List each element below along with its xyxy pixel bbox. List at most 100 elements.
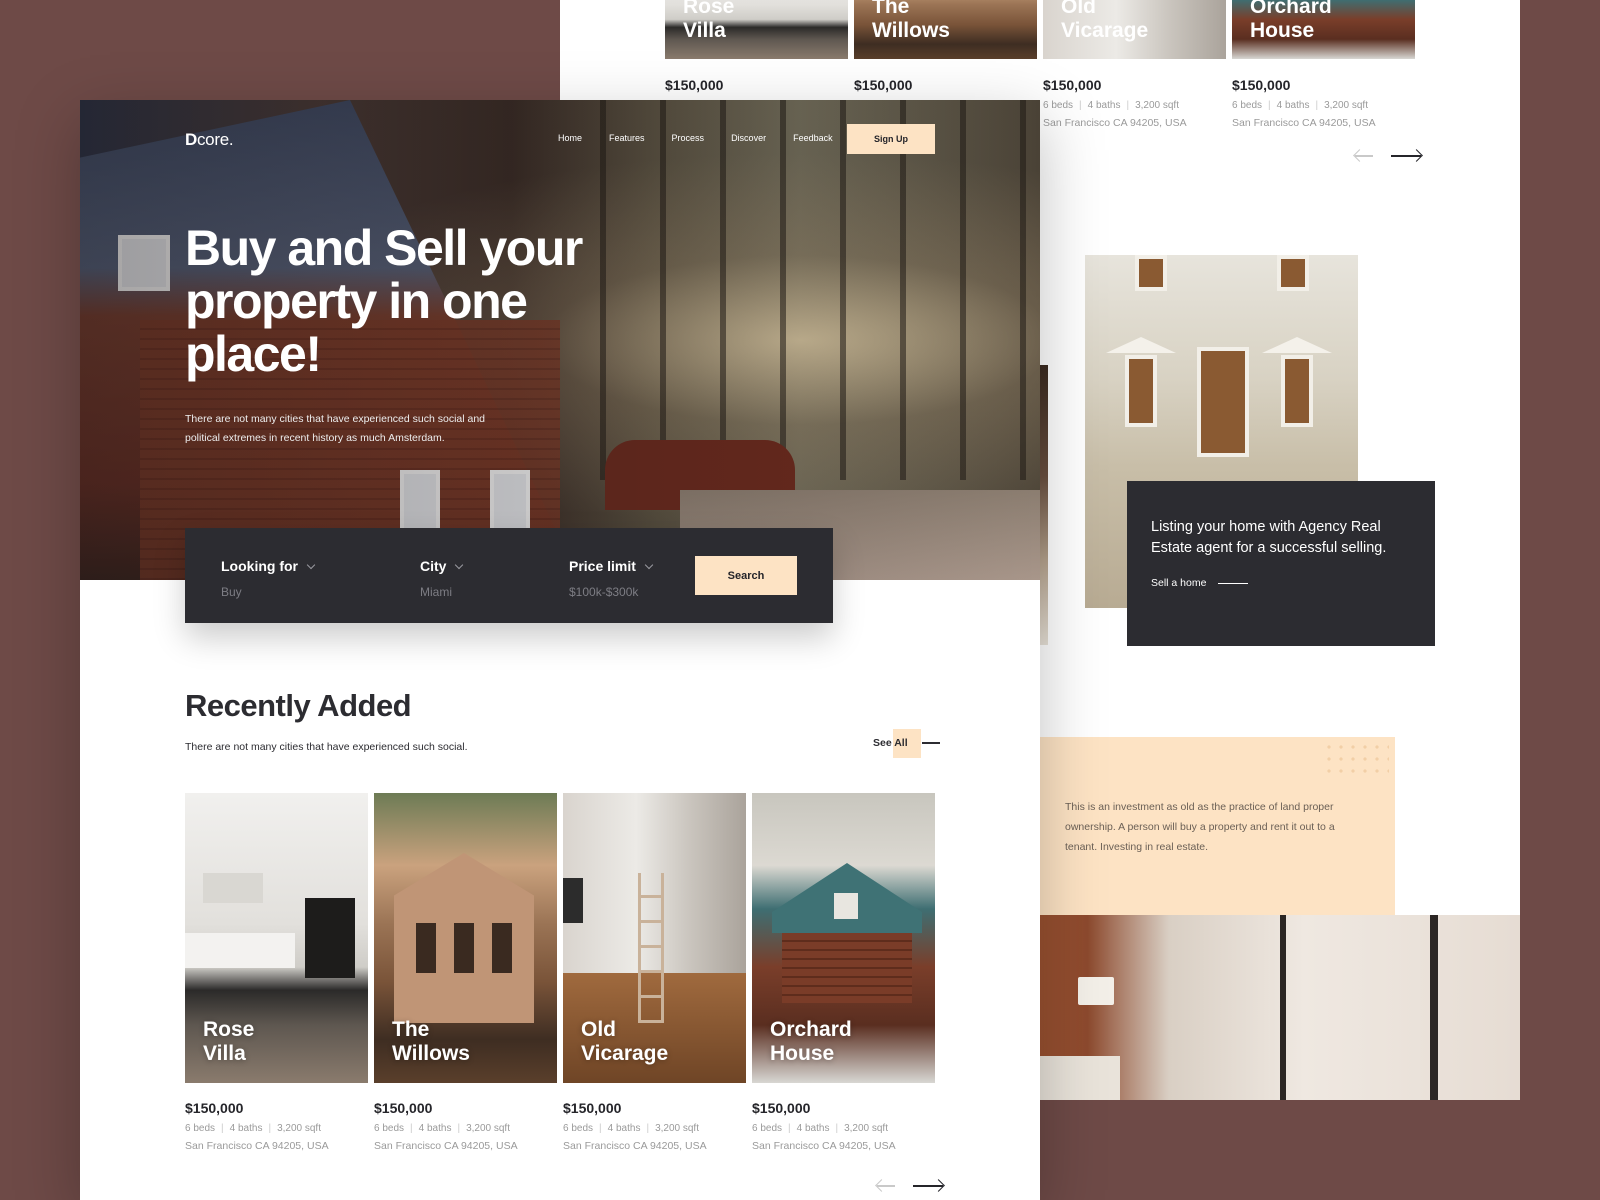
house-window	[416, 923, 436, 973]
arrow-right-icon[interactable]	[1391, 155, 1421, 157]
sell-home-label: Sell a home	[1151, 577, 1207, 589]
back-carousel-arrows	[1355, 155, 1421, 157]
price-limit-label: Price limit	[569, 558, 636, 574]
sofa	[185, 933, 295, 968]
price-limit-value: $100k-$300k	[569, 585, 639, 599]
property-card[interactable]: Old Vicarage $150,000 6 beds | 4 baths | 3,20…	[563, 793, 746, 1152]
price-limit-select[interactable]: Price limit $100k-$300k	[569, 558, 654, 599]
looking-for-label: Looking for	[221, 558, 298, 574]
property-name: Old Vicarage	[1061, 0, 1149, 42]
property-card[interactable]: Rose Villa $150,000 6 beds | 4 baths | 3,200 …	[185, 793, 368, 1152]
property-name: Old Vicarage	[581, 1018, 669, 1065]
investment-text: This is an investment as old as the prac…	[1065, 801, 1335, 853]
interior-photo	[980, 915, 1520, 1100]
nav-link-features[interactable]: Features	[609, 133, 645, 143]
window-frame	[1280, 915, 1286, 1100]
property-photo: Rose Villa	[665, 0, 848, 59]
property-specs: 6 beds | 4 baths | 3,200 sqft	[752, 1123, 888, 1134]
property-price: $150,000	[854, 77, 913, 93]
hero-subtitle: There are not many cities that have expe…	[185, 413, 486, 444]
see-all-label: All	[894, 737, 908, 749]
recently-added-title: Recently Added	[185, 688, 412, 723]
facade-pediment	[1106, 337, 1176, 353]
property-card[interactable]: Old Vicarage $150,000 6 beds | 4 baths | 3,20…	[1043, 0, 1226, 129]
arrow-left-icon[interactable]	[1355, 155, 1373, 157]
property-photo: Rose Villa	[185, 793, 368, 1083]
cabin-wall	[782, 933, 912, 1003]
dot-pattern-decoration	[1323, 741, 1389, 777]
search-button[interactable]: Search	[695, 556, 797, 595]
wall-tv	[563, 878, 583, 923]
arrow-right-icon[interactable]	[913, 1185, 943, 1187]
facade-window	[1125, 355, 1157, 427]
link-line-icon	[1218, 582, 1249, 584]
see-all-prefix: See	[873, 737, 895, 749]
property-address: San Francisco CA 94205, USA	[563, 1140, 707, 1152]
window-frame	[1430, 915, 1438, 1100]
property-price: $150,000	[185, 1100, 244, 1116]
property-address: San Francisco CA 94205, USA	[1232, 117, 1376, 129]
property-address: San Francisco CA 94205, USA	[185, 1140, 329, 1152]
cabin-window	[834, 893, 858, 919]
front-page: Dcore. Home Features Process Discover Fe…	[80, 100, 1040, 1200]
property-address: San Francisco CA 94205, USA	[752, 1140, 896, 1152]
property-name: Orchard House	[770, 1018, 852, 1065]
property-specs: 6 beds | 4 baths | 3,200 sqft	[374, 1123, 510, 1134]
investment-info-box: This is an investment as old as the prac…	[980, 737, 1395, 915]
property-price: $150,000	[752, 1100, 811, 1116]
facade-window	[1135, 255, 1167, 291]
looking-for-select[interactable]: Looking for Buy	[221, 558, 316, 599]
property-card[interactable]: The Willows $150,000 6 beds | 4 baths | 3,200…	[374, 793, 557, 1152]
property-name: Rose Villa	[203, 1018, 255, 1065]
agency-promo-box: Listing your home with Agency Real Estat…	[1127, 481, 1435, 646]
carousel-arrows	[877, 1185, 943, 1187]
property-specs: 6 beds | 4 baths | 3,200 sqft	[1232, 100, 1368, 111]
house-window	[492, 923, 512, 973]
facade-pediment	[1262, 337, 1332, 353]
property-price: $150,000	[665, 77, 724, 93]
city-select[interactable]: City Miami	[420, 558, 464, 599]
facade-window	[1281, 355, 1313, 427]
logo[interactable]: Dcore.	[185, 130, 234, 150]
sign-up-button[interactable]: Sign Up	[847, 124, 935, 154]
property-card[interactable]: Orchard House $150,000 6 beds | 4 baths | 3,2…	[1232, 0, 1415, 129]
hero-section: Dcore. Home Features Process Discover Fe…	[80, 100, 1040, 580]
property-name: The Willows	[392, 1018, 470, 1065]
property-address: San Francisco CA 94205, USA	[374, 1140, 518, 1152]
nav-link-discover[interactable]: Discover	[731, 133, 766, 143]
property-specs: 6 beds | 4 baths | 3,200 sqft	[563, 1123, 699, 1134]
property-card[interactable]: Orchard House $150,000 6 beds | 4 baths | 3,2…	[752, 793, 935, 1152]
property-photo: Orchard House	[1232, 0, 1415, 59]
see-all-link[interactable]: See All	[873, 729, 940, 758]
nav-links: Home Features Process Discover Feedback	[558, 133, 860, 143]
wall-art	[203, 873, 263, 903]
property-search-bar: Looking for Buy City Miami Price limit $…	[185, 528, 833, 623]
floor-lamp	[1078, 977, 1114, 1005]
chevron-down-icon	[455, 560, 464, 569]
nav-link-process[interactable]: Process	[672, 133, 705, 143]
ladder-shelf	[638, 873, 664, 1023]
fireplace	[305, 898, 355, 978]
property-price: $150,000	[374, 1100, 433, 1116]
sell-home-link[interactable]: Sell a home	[1151, 577, 1411, 589]
facade-window	[1277, 255, 1309, 291]
property-name: Rose Villa	[683, 0, 735, 42]
recently-added-subtitle: There are not many cities that have expe…	[185, 741, 468, 753]
city-label: City	[420, 558, 447, 574]
property-price: $150,000	[1043, 77, 1102, 93]
nav-link-feedback[interactable]: Feedback	[793, 133, 833, 143]
property-price: $150,000	[1232, 77, 1291, 93]
property-specs: 6 beds | 4 baths | 3,200 sqft	[185, 1123, 321, 1134]
chevron-down-icon	[644, 560, 654, 569]
property-price: $150,000	[563, 1100, 622, 1116]
looking-for-value: Buy	[221, 585, 242, 599]
house-window	[454, 923, 474, 973]
agency-promo-text: Listing your home with Agency Real Estat…	[1151, 519, 1387, 556]
arrow-left-icon[interactable]	[877, 1185, 895, 1187]
property-photo: Old Vicarage	[563, 793, 746, 1083]
property-photo: The Willows	[374, 793, 557, 1083]
property-specs: 6 beds | 4 baths | 3,200 sqft	[1043, 100, 1179, 111]
recent-property-cards: Rose Villa $150,000 6 beds | 4 baths | 3,200 …	[185, 793, 935, 1152]
property-photo: The Willows	[854, 0, 1037, 59]
nav-link-home[interactable]: Home	[558, 133, 582, 143]
